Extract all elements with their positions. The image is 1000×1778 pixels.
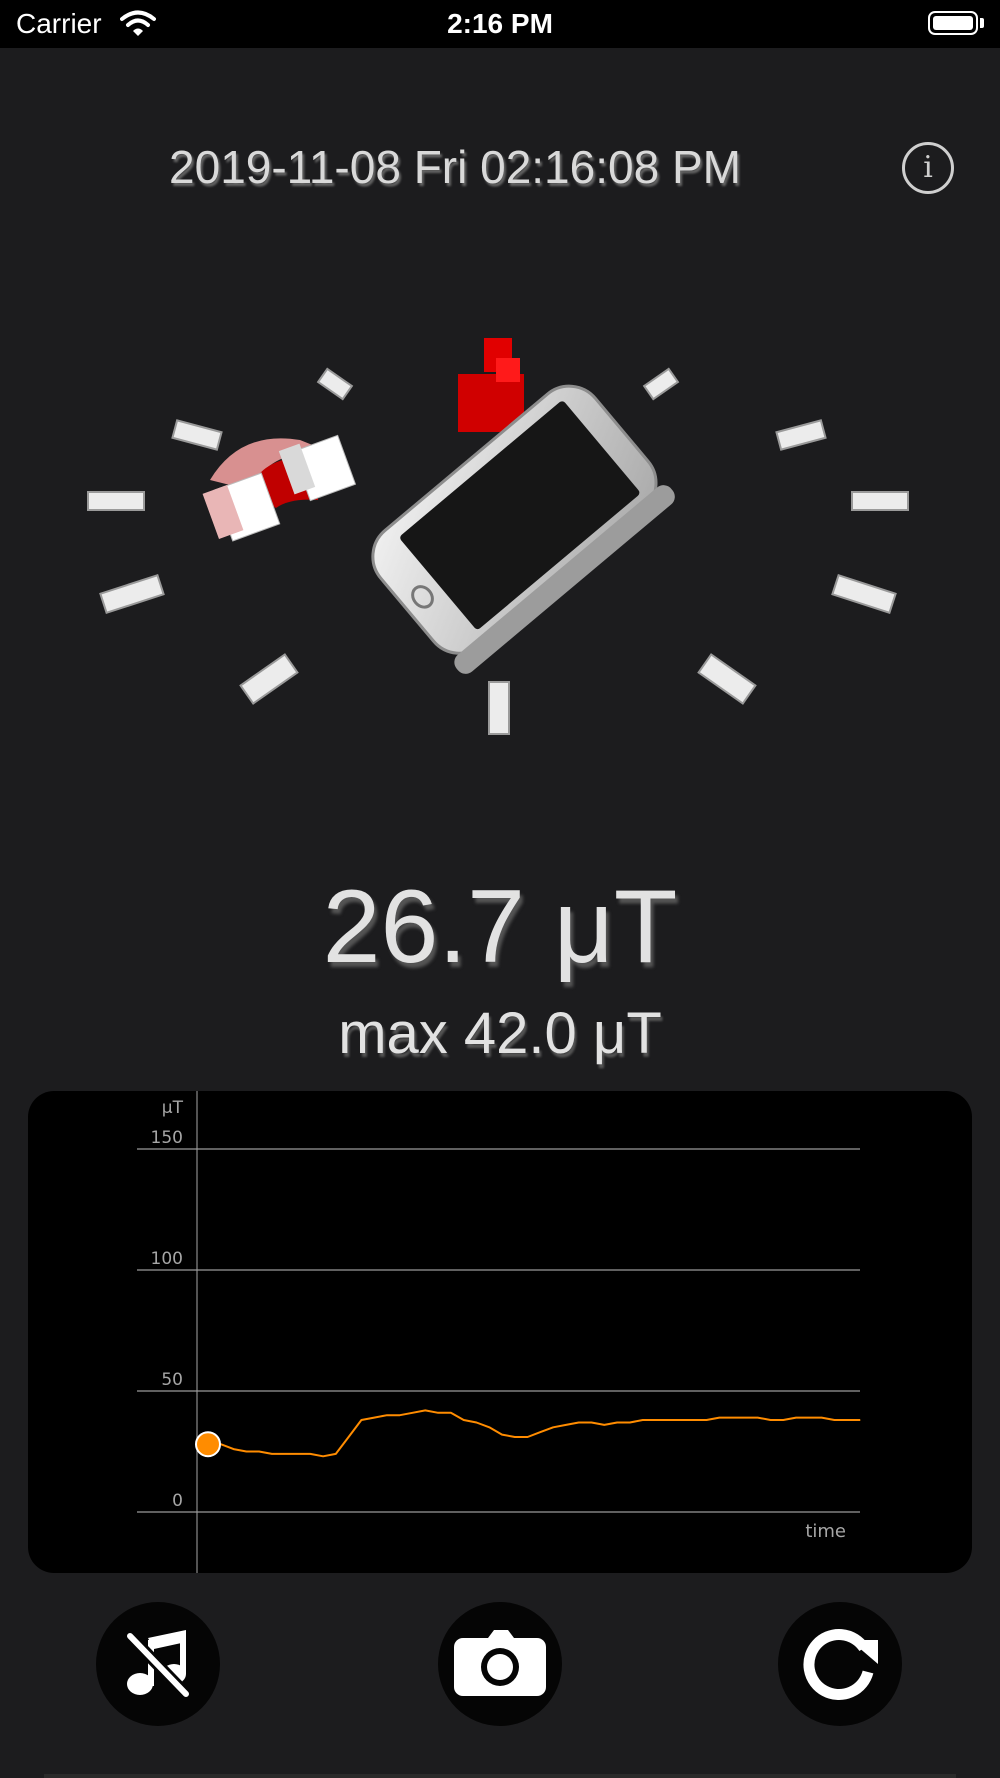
data-point — [718, 1417, 720, 1419]
gauge-tick — [697, 653, 757, 705]
data-point — [514, 1436, 516, 1438]
magnet-icon — [202, 434, 357, 542]
data-point — [322, 1455, 324, 1457]
data-point — [552, 1426, 554, 1428]
current-value-marker — [195, 1431, 221, 1458]
data-point — [475, 1421, 478, 1424]
current-reading: 26.7 μT — [322, 869, 678, 985]
data-point — [399, 1414, 401, 1416]
data-point — [705, 1419, 708, 1421]
gauge-illustration — [87, 338, 909, 735]
gauge-tick — [239, 653, 299, 705]
y-tick-label: 0 — [172, 1491, 183, 1511]
needle-red — [458, 338, 524, 432]
data-point — [527, 1436, 529, 1438]
data-point — [271, 1453, 273, 1455]
gauge-tick — [87, 491, 145, 511]
data-point — [693, 1419, 695, 1421]
gauge-tick — [99, 573, 165, 615]
data-point — [846, 1419, 848, 1421]
data-point — [373, 1417, 375, 1419]
data-point — [565, 1424, 567, 1426]
data-point — [386, 1414, 388, 1416]
data-point — [360, 1419, 363, 1421]
y-tick-label: 100 — [151, 1249, 183, 1269]
data-point — [245, 1450, 247, 1453]
data-point — [335, 1453, 337, 1455]
camera-icon — [454, 1630, 546, 1696]
field-chart: 0 50 100 150 μT time — [137, 1091, 861, 1573]
current-datetime: 2019-11-08 Fri 02:16:08 PM — [169, 141, 741, 193]
data-point — [769, 1419, 772, 1421]
battery-cap — [980, 18, 984, 28]
data-point — [782, 1419, 784, 1421]
max-reading: max 42.0 μT — [338, 1001, 662, 1066]
gauge-tick — [316, 367, 354, 401]
data-point — [667, 1419, 669, 1421]
series-line — [208, 1409, 860, 1458]
data-point — [578, 1421, 580, 1424]
data-point — [859, 1419, 861, 1421]
data-point — [808, 1417, 810, 1419]
data-point — [501, 1433, 503, 1436]
battery-icon — [928, 11, 978, 35]
reset-icon — [803, 1629, 878, 1700]
data-point — [463, 1419, 465, 1421]
data-point — [757, 1417, 759, 1419]
status-bar: Carrier 2:16 PM — [0, 0, 1000, 48]
data-point — [744, 1417, 746, 1419]
reset-button[interactable] — [778, 1602, 902, 1726]
data-point — [437, 1412, 439, 1414]
gauge-tick — [642, 367, 680, 401]
data-point — [424, 1409, 426, 1411]
music-muted-icon — [125, 1630, 191, 1699]
data-point — [258, 1450, 260, 1453]
bottom-bar — [44, 1774, 956, 1778]
data-point — [616, 1421, 618, 1424]
data-point — [590, 1421, 593, 1424]
y-tick-label: 50 — [161, 1370, 183, 1390]
data-point — [680, 1419, 682, 1421]
y-axis-label: μT — [162, 1098, 184, 1118]
mute-sound-button[interactable] — [96, 1602, 220, 1726]
data-point — [309, 1453, 311, 1455]
gauge-tick — [775, 419, 827, 451]
y-tick-label: 150 — [151, 1128, 183, 1148]
phone-icon — [371, 384, 675, 674]
data-point — [450, 1412, 452, 1414]
data-point — [833, 1419, 836, 1421]
data-point — [284, 1453, 286, 1455]
data-point — [348, 1436, 350, 1438]
data-point — [488, 1426, 490, 1428]
gauge-tick — [171, 419, 223, 451]
info-icon[interactable]: i — [902, 142, 954, 194]
data-point — [731, 1417, 733, 1419]
status-time: 2:16 PM — [447, 8, 553, 39]
data-point — [821, 1417, 823, 1419]
data-point — [603, 1424, 605, 1426]
data-point — [629, 1421, 631, 1424]
data-point — [232, 1448, 235, 1450]
data-point — [411, 1412, 414, 1414]
data-point — [642, 1419, 644, 1421]
data-point — [795, 1417, 797, 1419]
gauge-tick — [851, 491, 909, 511]
x-axis-label: time — [805, 1521, 846, 1542]
gauge-tick — [831, 573, 897, 615]
gauge-tick — [488, 681, 510, 735]
data-point — [654, 1419, 657, 1421]
data-point — [539, 1431, 541, 1433]
camera-button[interactable] — [438, 1602, 562, 1726]
data-point — [296, 1453, 299, 1455]
chart-panel: 0 50 100 150 μT time — [28, 1091, 972, 1573]
